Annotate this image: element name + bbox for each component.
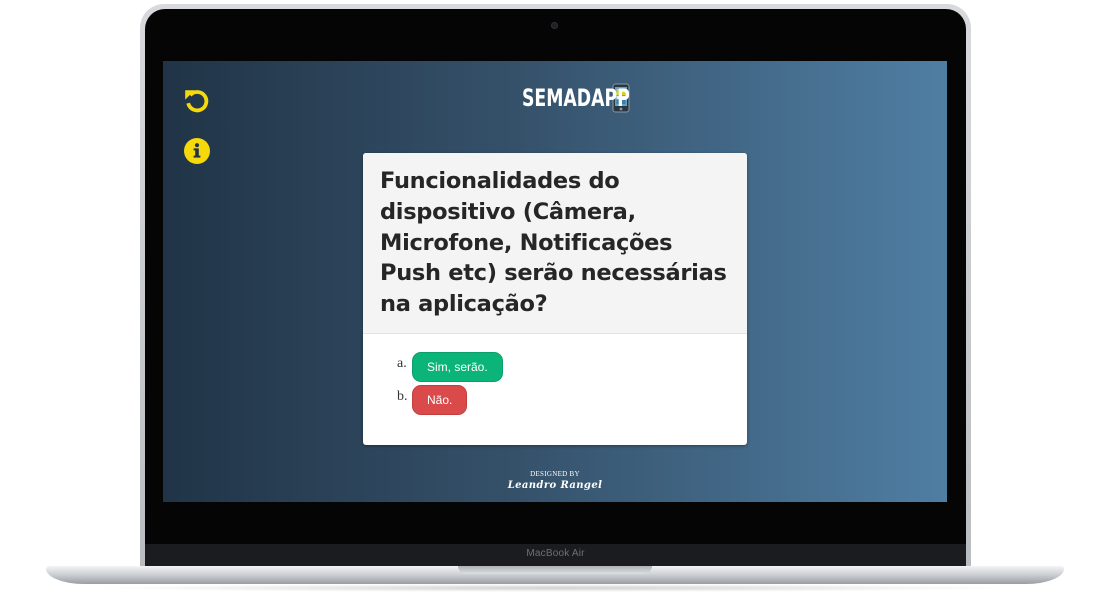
laptop-shadow [90,584,1020,592]
question-header: Funcionalidades do dispositivo (Câmera, … [363,153,747,334]
answer-no-button[interactable]: Não. [412,385,468,415]
answer-letter: b. [397,389,408,404]
device-label: MacBook Air [526,548,585,559]
app-screen: SEMADAPP Funcionalidades do dispositivo … [163,61,947,502]
info-button[interactable] [182,136,212,166]
lid-notch [458,566,652,574]
answer-option: a. Sim, serão. [397,351,747,383]
author-signature: Leandro Rangel [507,480,603,491]
answer-letter: a. [397,356,407,371]
designed-by-label: DESIGNED BY [530,470,580,478]
answer-list: a. Sim, serão. b. Não. [363,334,747,416]
answer-yes-button[interactable]: Sim, serão. [412,352,503,382]
question-card: Funcionalidades do dispositivo (Câmera, … [363,153,747,445]
answer-option: b. Não. [397,384,747,416]
laptop-mockup: SEMADAPP Funcionalidades do dispositivo … [0,0,1110,598]
webcam [551,22,558,29]
question-text: Funcionalidades do dispositivo (Câmera, … [380,168,727,318]
app-header: SEMADAPP [163,83,947,113]
app-title: SEMADAPP [522,84,630,112]
info-icon [184,138,210,164]
